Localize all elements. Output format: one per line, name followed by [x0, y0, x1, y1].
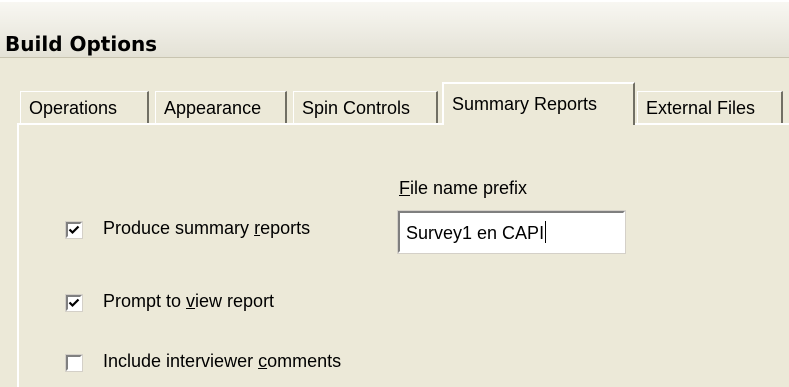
include-interviewer-comments-text: Include interviewer comments [103, 351, 342, 371]
tab-summary-reports[interactable]: Summary Reports [442, 82, 635, 125]
produce-summary-reports-checkbox[interactable] [65, 221, 83, 239]
title-bar[interactable]: Build Options [0, 0, 789, 58]
text-caret [545, 221, 547, 243]
file-prefix-value: Survey1 en CAPI [406, 221, 547, 243]
summary-reports-panel: File name prefix Survey1 en CAPI Produce… [17, 123, 789, 387]
tab-external-files[interactable]: External Files [637, 91, 783, 124]
file-prefix-input[interactable]: Survey1 en CAPI [397, 210, 626, 254]
prompt-view-report-checkbox[interactable] [65, 294, 83, 312]
prompt-view-report-text: Prompt to view report [103, 291, 275, 311]
build-options-dialog: Build Options Operations Appearance Spin… [0, 0, 789, 387]
include-interviewer-comments-checkbox[interactable] [65, 354, 83, 372]
checkmark-icon [68, 225, 80, 235]
file-prefix-label: File name prefix [399, 178, 527, 199]
window-title: Build Options [5, 32, 158, 56]
checkmark-icon [68, 298, 80, 308]
tab-spin-controls[interactable]: Spin Controls [293, 91, 438, 124]
produce-summary-reports-label[interactable]: Produce summary reports [103, 218, 310, 239]
produce-summary-reports-text: Produce summary reports [103, 218, 311, 238]
file-prefix-label-text: File name prefix [399, 178, 528, 198]
tab-appearance[interactable]: Appearance [155, 91, 287, 124]
tab-operations[interactable]: Operations [20, 91, 149, 124]
include-interviewer-comments-label[interactable]: Include interviewer comments [103, 351, 341, 372]
prompt-view-report-label[interactable]: Prompt to view report [103, 291, 274, 312]
tab-strip: Operations Appearance Spin Controls Summ… [0, 82, 789, 125]
